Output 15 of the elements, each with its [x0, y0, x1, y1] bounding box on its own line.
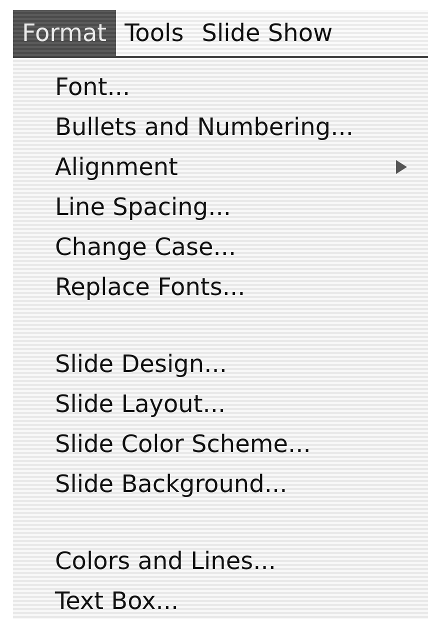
menu-item[interactable]: Font...: [55, 73, 130, 101]
menu-bar-item[interactable]: Slide Show: [192, 10, 342, 56]
menu-item[interactable]: Alignment: [55, 153, 178, 181]
menu-bar-item[interactable]: Format: [13, 10, 116, 56]
menu-item[interactable]: Slide Layout...: [55, 390, 226, 418]
menu-item[interactable]: Slide Design...: [55, 350, 227, 378]
menu-item[interactable]: Bullets and Numbering...: [55, 113, 354, 141]
menu-item[interactable]: Slide Color Scheme...: [55, 430, 311, 458]
menu-item[interactable]: Text Box...: [55, 587, 179, 615]
menu-item[interactable]: Line Spacing...: [55, 193, 232, 221]
menu-bar-item[interactable]: Tools: [116, 10, 193, 56]
menu-item[interactable]: Colors and Lines...: [55, 547, 276, 575]
menu-item[interactable]: Replace Fonts...: [55, 273, 246, 301]
menu-item[interactable]: Change Case...: [55, 233, 236, 261]
menu-item[interactable]: Slide Background...: [55, 470, 288, 498]
